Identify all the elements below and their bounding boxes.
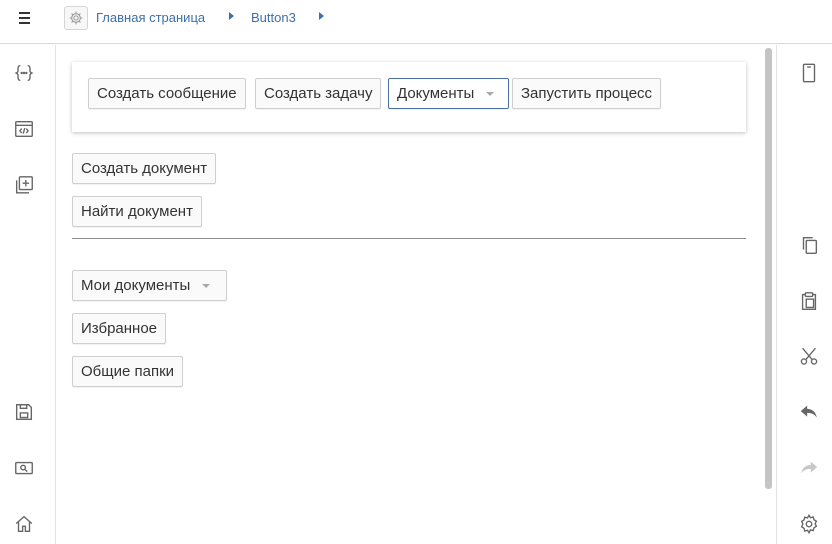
save-icon[interactable] [12, 400, 36, 424]
divider [72, 238, 746, 239]
code-window-icon[interactable] [12, 117, 36, 141]
top-bar: Главная страница Button3 [0, 0, 832, 44]
favorites-button[interactable]: Избранное [72, 313, 167, 344]
phone-icon[interactable] [797, 61, 821, 85]
my-documents-label: Мои документы [81, 277, 191, 294]
paste-icon[interactable] [797, 289, 821, 313]
breadcrumb-button3[interactable]: Button3 [251, 10, 296, 25]
create-task-button[interactable]: Создать задачу [255, 78, 382, 109]
shared-folders-button[interactable]: Общие папки [72, 356, 184, 387]
gear-icon[interactable] [64, 6, 88, 30]
breadcrumb-arrow-icon [229, 12, 234, 20]
my-documents-dropdown[interactable]: Мои документы [72, 270, 227, 301]
right-rail [776, 45, 832, 544]
vertical-scrollbar[interactable] [765, 48, 772, 489]
documents-dropdown-label: Документы [397, 85, 475, 102]
braces-icon[interactable] [12, 61, 36, 85]
create-document-button[interactable]: Создать документ [72, 153, 217, 184]
start-process-button[interactable]: Запустить процесс [512, 78, 662, 109]
cut-icon[interactable] [797, 344, 821, 368]
redo-icon[interactable] [797, 456, 821, 480]
copy-icon[interactable] [797, 233, 821, 257]
left-rail [0, 45, 56, 544]
create-message-button[interactable]: Создать сообщение [88, 78, 246, 109]
hamburger-icon[interactable] [13, 10, 35, 26]
find-document-button[interactable]: Найти документ [72, 196, 202, 227]
settings-gear-icon[interactable] [797, 512, 821, 536]
preview-icon[interactable] [12, 456, 36, 480]
chevron-down-icon [202, 283, 211, 288]
breadcrumb-home[interactable]: Главная страница [96, 10, 205, 25]
documents-dropdown[interactable]: Документы [388, 78, 509, 109]
add-library-icon[interactable] [12, 173, 36, 197]
breadcrumb-arrow-icon [319, 12, 324, 20]
undo-icon[interactable] [797, 400, 821, 424]
home-icon[interactable] [12, 512, 36, 536]
action-panel: Создать сообщение Создать задачу Докумен… [72, 62, 746, 132]
chevron-down-icon [486, 91, 495, 96]
